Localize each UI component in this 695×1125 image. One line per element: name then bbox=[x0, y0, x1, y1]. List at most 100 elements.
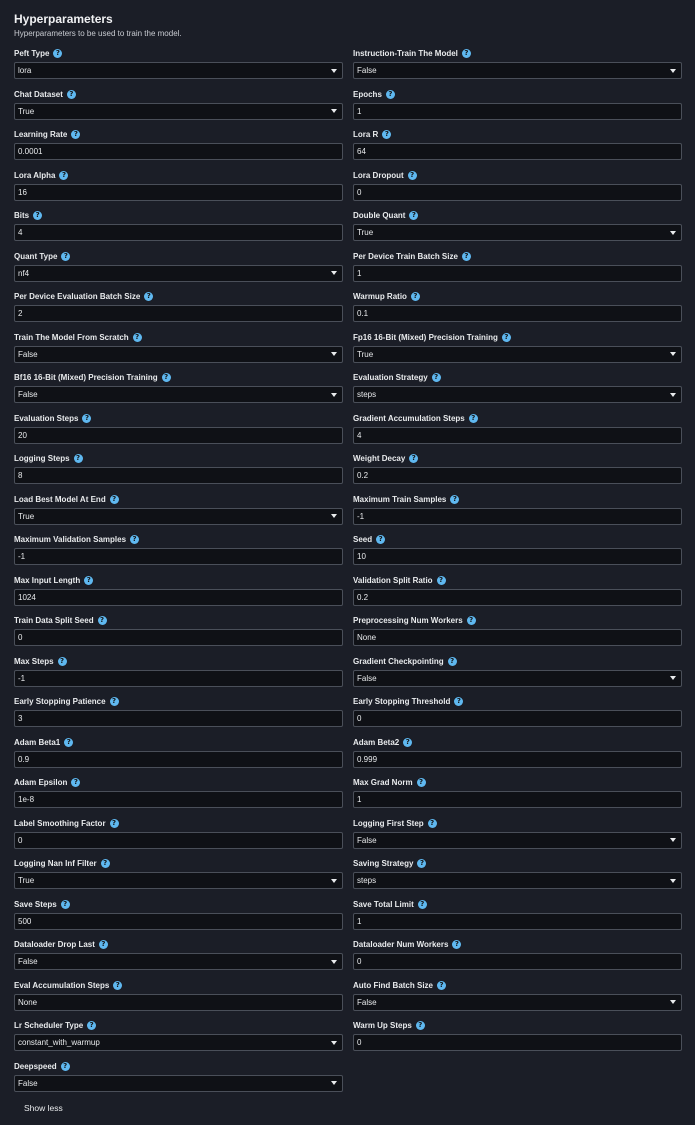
double-quant-select[interactable]: True bbox=[353, 224, 682, 241]
info-icon[interactable]: ? bbox=[53, 49, 63, 58]
chat-dataset-select[interactable]: True bbox=[14, 102, 343, 120]
learning-rate-input[interactable]: 0.0001 bbox=[14, 143, 343, 160]
info-icon[interactable]: ? bbox=[64, 737, 74, 747]
info-icon[interactable]: ? bbox=[59, 170, 69, 180]
info-icon[interactable]: ? bbox=[403, 737, 413, 747]
gradient-checkpointing-select[interactable]: False bbox=[353, 669, 682, 687]
info-icon[interactable]: ? bbox=[452, 940, 462, 949]
early-stopping-patience-input[interactable]: 3 bbox=[14, 710, 343, 727]
bf16-16-bit-mixed-precision-training-select[interactable]: False bbox=[14, 386, 343, 403]
dataloader-num-workers-input[interactable]: 0 bbox=[353, 953, 682, 970]
adam-beta1-input[interactable]: 0.9 bbox=[14, 750, 343, 768]
info-icon[interactable]: ? bbox=[71, 130, 81, 139]
info-icon[interactable]: ? bbox=[144, 292, 154, 301]
info-icon[interactable]: ? bbox=[454, 697, 464, 706]
info-icon[interactable]: ? bbox=[100, 859, 110, 868]
info-icon[interactable]: ? bbox=[61, 251, 71, 261]
epochs-input[interactable]: 1 bbox=[353, 102, 682, 120]
adam-epsilon-input[interactable]: 1e-8 bbox=[14, 791, 343, 808]
bits-input[interactable]: 4 bbox=[14, 224, 343, 241]
lora-alpha-input[interactable]: 16 bbox=[14, 183, 343, 201]
per-device-train-batch-size-input[interactable]: 1 bbox=[353, 264, 682, 282]
info-icon[interactable]: ? bbox=[376, 535, 386, 544]
seed-input[interactable]: 10 bbox=[353, 548, 682, 565]
info-icon[interactable]: ? bbox=[161, 373, 171, 382]
info-icon[interactable]: ? bbox=[109, 818, 119, 828]
info-icon[interactable]: ? bbox=[60, 899, 70, 909]
per-device-evaluation-batch-size-input[interactable]: 2 bbox=[14, 305, 343, 322]
info-icon[interactable]: ? bbox=[57, 656, 67, 666]
max-grad-norm-input[interactable]: 1 bbox=[353, 791, 682, 808]
info-icon[interactable]: ? bbox=[409, 454, 419, 463]
info-icon[interactable]: ? bbox=[461, 251, 471, 261]
logging-nan-inf-filter-select[interactable]: True bbox=[14, 872, 343, 889]
instruction-train-the-model-select[interactable]: False bbox=[353, 62, 682, 79]
deepspeed-select[interactable]: False bbox=[14, 1074, 343, 1092]
maximum-train-samples-input[interactable]: -1 bbox=[353, 507, 682, 525]
info-icon[interactable]: ? bbox=[385, 89, 395, 99]
info-icon[interactable]: ? bbox=[427, 818, 437, 828]
info-icon[interactable]: ? bbox=[60, 1061, 70, 1071]
show-less-button[interactable]: Show less bbox=[24, 1103, 63, 1113]
info-icon[interactable]: ? bbox=[98, 940, 108, 949]
save-steps-input[interactable]: 500 bbox=[14, 912, 343, 930]
info-icon[interactable]: ? bbox=[436, 575, 446, 585]
load-best-model-at-end-select[interactable]: True bbox=[14, 507, 343, 525]
info-icon[interactable]: ? bbox=[437, 980, 446, 990]
peft-type-select[interactable]: lora bbox=[14, 62, 343, 79]
info-icon[interactable]: ? bbox=[501, 332, 511, 342]
gradient-accumulation-steps-input[interactable]: 4 bbox=[353, 426, 682, 444]
info-icon[interactable]: ? bbox=[71, 778, 81, 787]
train-the-model-from-scratch-select[interactable]: False bbox=[14, 345, 343, 363]
saving-strategy-select[interactable]: steps bbox=[353, 872, 682, 889]
info-icon[interactable]: ? bbox=[132, 332, 142, 342]
auto-find-batch-size-select[interactable]: False bbox=[353, 993, 682, 1011]
info-icon[interactable]: ? bbox=[461, 49, 471, 58]
weight-decay-input[interactable]: 0.2 bbox=[353, 467, 682, 484]
info-icon[interactable]: ? bbox=[66, 89, 76, 99]
eval-accumulation-steps-input[interactable]: None bbox=[14, 993, 343, 1011]
info-icon[interactable]: ? bbox=[82, 413, 92, 423]
warm-up-steps-input[interactable]: 0 bbox=[353, 1034, 682, 1051]
label-smoothing-factor-input[interactable]: 0 bbox=[14, 831, 343, 849]
max-steps-input[interactable]: -1 bbox=[14, 669, 343, 687]
info-icon[interactable]: ? bbox=[130, 535, 140, 544]
info-icon[interactable]: ? bbox=[84, 575, 94, 585]
maximum-validation-samples-input[interactable]: -1 bbox=[14, 548, 343, 565]
info-icon[interactable]: ? bbox=[417, 859, 427, 868]
train-data-split-seed-input[interactable]: 0 bbox=[14, 629, 343, 646]
lr-scheduler-type-select[interactable]: constant_with_warmup bbox=[14, 1034, 343, 1051]
early-stopping-threshold-input[interactable]: 0 bbox=[353, 710, 682, 727]
preprocessing-num-workers-input[interactable]: None bbox=[353, 629, 682, 646]
info-icon[interactable]: ? bbox=[97, 616, 107, 625]
info-icon[interactable]: ? bbox=[73, 454, 83, 463]
dataloader-drop-last-select[interactable]: False bbox=[14, 953, 343, 970]
max-input-length-input[interactable]: 1024 bbox=[14, 588, 343, 606]
lora-r-input[interactable]: 64 bbox=[353, 143, 682, 160]
info-icon[interactable]: ? bbox=[416, 778, 426, 787]
info-icon[interactable]: ? bbox=[466, 616, 476, 625]
warmup-ratio-input[interactable]: 0.1 bbox=[353, 305, 682, 322]
info-icon[interactable]: ? bbox=[447, 656, 457, 666]
info-icon[interactable]: ? bbox=[33, 211, 43, 220]
quant-type-select[interactable]: nf4 bbox=[14, 264, 343, 282]
validation-split-ratio-input[interactable]: 0.2 bbox=[353, 588, 682, 606]
info-icon[interactable]: ? bbox=[415, 1021, 425, 1030]
info-icon[interactable]: ? bbox=[407, 170, 417, 180]
info-icon[interactable]: ? bbox=[450, 494, 460, 504]
evaluation-strategy-select[interactable]: steps bbox=[353, 386, 682, 403]
logging-first-step-select[interactable]: False bbox=[353, 831, 682, 849]
info-icon[interactable]: ? bbox=[417, 899, 427, 909]
info-icon[interactable]: ? bbox=[109, 697, 119, 706]
evaluation-steps-input[interactable]: 20 bbox=[14, 426, 343, 444]
logging-steps-input[interactable]: 8 bbox=[14, 467, 343, 484]
save-total-limit-input[interactable]: 1 bbox=[353, 912, 682, 930]
info-icon[interactable]: ? bbox=[409, 211, 419, 220]
info-icon[interactable]: ? bbox=[87, 1021, 97, 1030]
lora-dropout-input[interactable]: 0 bbox=[353, 183, 682, 201]
info-icon[interactable]: ? bbox=[431, 373, 441, 382]
info-icon[interactable]: ? bbox=[113, 980, 123, 990]
fp16-16-bit-mixed-precision-training-select[interactable]: True bbox=[353, 345, 682, 363]
info-icon[interactable]: ? bbox=[382, 130, 392, 139]
info-icon[interactable]: ? bbox=[410, 292, 420, 301]
